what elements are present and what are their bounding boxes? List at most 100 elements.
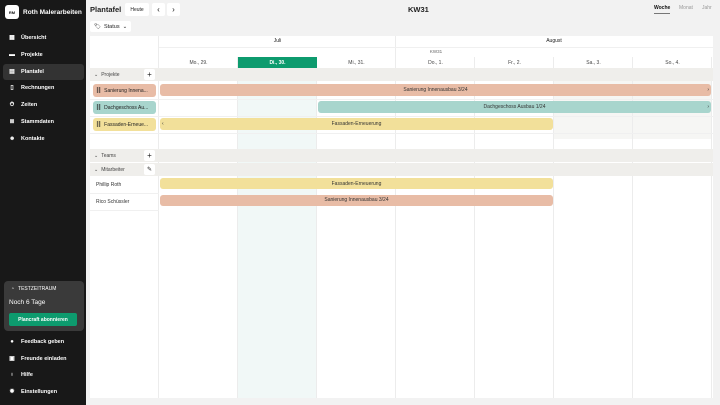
project-chip-label: Sanierung Innena... (104, 87, 148, 94)
day-divider (711, 57, 712, 398)
day-header[interactable]: So., 4. (633, 57, 712, 68)
employee-name: Rico Schüssler (96, 198, 130, 205)
view-week-tab[interactable]: Woche (654, 5, 671, 14)
group-toggle-projects[interactable]: ⌄ Projekte (94, 72, 120, 78)
sidebar-item-label: Freunde einladen (21, 355, 67, 362)
sidebar-item-zeiten[interactable]: ⏱ Zeiten (3, 97, 84, 113)
project-chip-label: Fassaden-Erneue... (104, 121, 149, 128)
chevron-down-icon: ⌄ (122, 23, 128, 30)
folder-icon: ▬ (9, 51, 15, 58)
contacts-icon: ☻ (9, 135, 16, 142)
gift-icon: ▣ (9, 355, 15, 362)
sidebar-item-label: Rechnungen (21, 85, 55, 92)
week-number: KW31 (429, 49, 443, 54)
next-week-button[interactable]: › (167, 3, 180, 16)
day-header[interactable]: Sa., 3. (554, 57, 633, 68)
sidebar-item-label: Hilfe (21, 372, 33, 378)
sidebar-item-plantafel[interactable]: ▤ Plantafel (3, 63, 84, 80)
day-divider (158, 36, 159, 398)
project-bar-label: Fassaden-Erneuerung (331, 121, 382, 127)
group-toggle-teams[interactable]: ⌄ Teams (94, 153, 116, 159)
day-header[interactable]: Do., 1. (396, 57, 475, 68)
assignment-label: Fassaden-Erneuerung (331, 180, 382, 187)
planning-board: Juli August KW31 Mo., 29. Di., 30. Mi., 31. Do… (90, 36, 713, 398)
sidebar-item-label: Zeiten (21, 102, 38, 109)
project-chip[interactable]: ⠿ Fassaden-Erneue... (93, 118, 156, 131)
project-chip-label: Dachgeschoss Au... (104, 104, 149, 111)
employee-name: Phillip Roth (96, 182, 122, 188)
group-toggle-employees[interactable]: ⌄ Mitarbeiter (94, 167, 125, 173)
day-divider (237, 57, 238, 398)
prev-week-button[interactable]: ‹ (152, 3, 165, 16)
project-bar-label: Sanierung Innenausbau 3/24 (403, 87, 468, 93)
view-month-tab[interactable]: Monat (679, 5, 693, 11)
company-logo: RM (5, 5, 19, 19)
chevron-left-icon: ‹ (162, 121, 164, 127)
add-projects-button[interactable]: + (144, 69, 155, 80)
day-header[interactable]: Di., 30. (238, 57, 317, 68)
subscribe-button[interactable]: Plancraft abonnieren (9, 313, 77, 326)
sidebar-item-feedback-geben[interactable]: ● Feedback geben (3, 334, 84, 350)
group-row-employees (90, 163, 713, 176)
chevron-down-icon: ⌄ (94, 153, 99, 159)
row-divider (90, 209, 159, 211)
calendar-icon: ▤ (9, 68, 15, 75)
trial-remaining: Noch 6 Tage (9, 299, 46, 306)
row-divider (90, 193, 159, 194)
project-bar[interactable]: Sanierung Innenausbau 3/24 › (160, 84, 711, 96)
view-year-tab[interactable]: Jahr (702, 5, 712, 11)
today-button[interactable]: Heute (125, 3, 149, 16)
database-icon: ≣ (9, 119, 15, 125)
day-header[interactable]: Mi., 31. (317, 57, 396, 68)
chevron-down-icon: ⌄ (94, 167, 99, 173)
edit-employees-button[interactable]: ✎ (144, 164, 155, 175)
employee-assignment-bar[interactable]: Sanierung Innenausbau 3/24 (160, 194, 553, 206)
day-header[interactable]: Fr., 2. (475, 57, 554, 68)
sidebar-item-stammdaten[interactable]: ≣ Stammdaten (3, 114, 84, 130)
group-row-projects (90, 68, 713, 81)
page-title: Plantafel (90, 5, 122, 14)
sidebar-item-projekte[interactable]: ▬ Projekte (3, 47, 84, 63)
project-bar[interactable]: Dachgeschoss Ausbau 1/24 › (318, 101, 711, 113)
add-teams-button[interactable]: + (144, 150, 155, 161)
stopwatch-icon: ⏱ (9, 102, 15, 109)
group-label: Mitarbeiter (101, 167, 125, 173)
week-label: KW31 (408, 5, 429, 14)
sidebar-item-einstellungen[interactable]: ✹ Einstellungen (3, 384, 84, 400)
employee-assignment-bar[interactable]: Fassaden-Erneuerung (160, 178, 553, 189)
status-filter[interactable]: 🏷 Status ⌄ (90, 21, 132, 32)
row-divider (90, 99, 713, 100)
chevron-right-icon: › (707, 87, 709, 93)
row-divider (90, 133, 713, 134)
chat-icon: ● (10, 339, 14, 345)
project-chip[interactable]: ⠿ Sanierung Innena... (93, 84, 156, 97)
company-name: Roth Malerarbeiten (23, 9, 82, 16)
sidebar-item-label: Plantafel (21, 68, 44, 75)
status-label: Status (103, 23, 120, 30)
group-label: Projekte (101, 72, 120, 78)
sidebar-item-label: Feedback geben (21, 339, 65, 345)
group-label: Teams (101, 153, 116, 159)
sidebar-item-freunde-einladen[interactable]: ▣ Freunde einladen (3, 351, 84, 367)
day-header[interactable]: Mo., 29. (159, 57, 238, 68)
project-bar[interactable]: Fassaden-Erneuerung ‹ (160, 118, 553, 130)
grid-icon: ▦ (9, 35, 15, 41)
sidebar-item-hilfe[interactable]: ♁ Hilfe (3, 367, 84, 383)
trial-card: ◔ TESTZEITRAUM Noch 6 Tage Plancraft abon… (4, 281, 84, 331)
sidebar: RM Roth Malerarbeiten ▦ Übersicht ▬ Projekt… (0, 0, 86, 405)
sidebar-item-label: Einstellungen (21, 388, 58, 395)
project-bar-label: Dachgeschoss Ausbau 1/24 (483, 104, 546, 110)
group-row-teams (90, 149, 713, 162)
sidebar-item-label: Projekte (21, 51, 43, 58)
drag-handle-icon[interactable]: ⠿ (96, 121, 101, 129)
sidebar-item-label: Kontakte (21, 135, 45, 142)
sidebar-item-kontakte[interactable]: ☻ Kontakte (3, 131, 84, 147)
chevron-right-icon: › (707, 104, 709, 110)
chevron-down-icon: ⌄ (94, 72, 99, 78)
sidebar-item-übersicht[interactable]: ▦ Übersicht (3, 30, 84, 46)
drag-handle-icon[interactable]: ⠿ (96, 87, 101, 95)
drag-handle-icon[interactable]: ⠿ (96, 104, 101, 112)
sidebar-item-rechnungen[interactable]: ▯ Rechnungen (3, 80, 84, 96)
project-chip[interactable]: ⠿ Dachgeschoss Au... (93, 101, 156, 114)
month-label: August (546, 38, 562, 44)
